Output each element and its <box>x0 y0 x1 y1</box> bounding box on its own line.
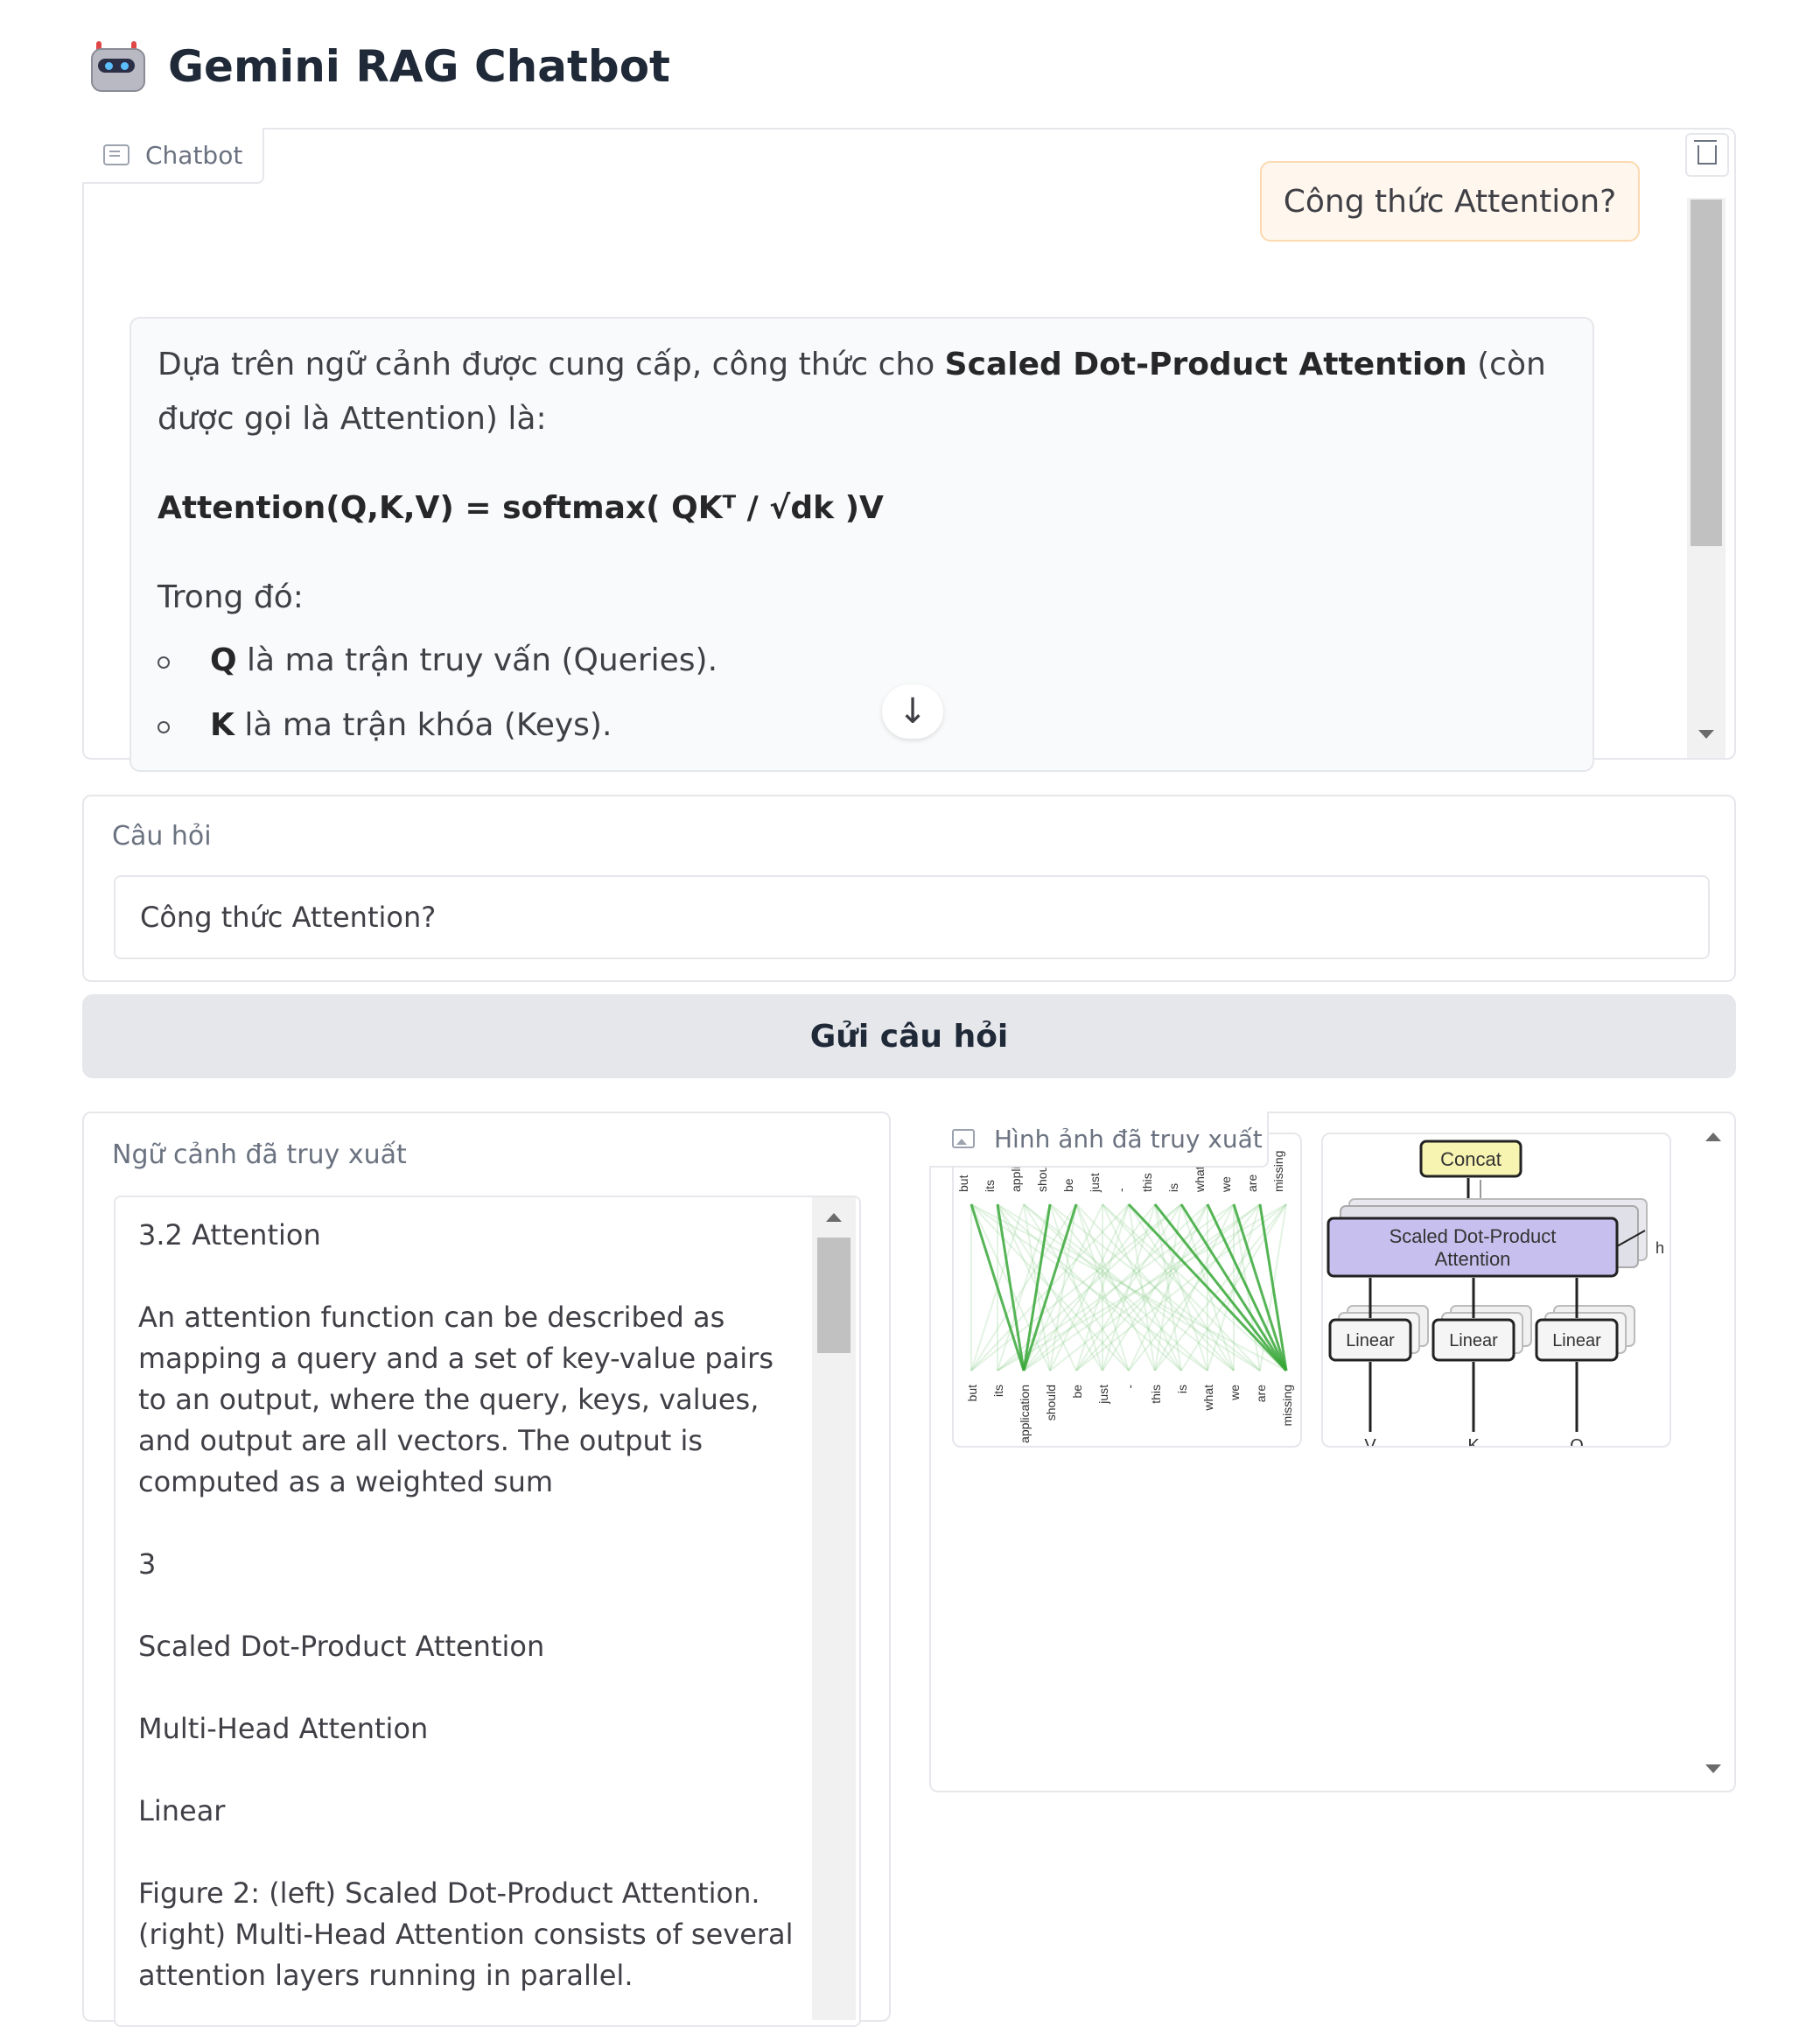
attention-bottom-word: just <box>1096 1385 1110 1405</box>
question-label: Câu hỏi <box>112 821 212 852</box>
clear-chat-button[interactable] <box>1685 133 1729 177</box>
attention-line <box>1022 1203 1078 1371</box>
bullet-term: K <box>210 707 234 743</box>
chat-icon <box>103 144 130 165</box>
context-label: Ngữ cảnh đã truy xuất <box>112 1140 407 1170</box>
attention-bottom-word: missing <box>1280 1385 1294 1426</box>
concat-label: Concat <box>1440 1148 1502 1170</box>
context-scrollbar-thumb[interactable] <box>817 1238 850 1353</box>
bot-intro-bold: Scaled Dot-Product Attention <box>944 347 1467 382</box>
send-question-button[interactable]: Gửi câu hỏi <box>82 994 1736 1078</box>
bot-bullet-item: Q là ma trận truy vấn (Queries). <box>158 634 1566 688</box>
attention-line <box>1232 1203 1288 1371</box>
bot-intro: Dựa trên ngữ cảnh được cung cấp, công th… <box>158 338 1566 446</box>
attention-bottom-word: be <box>1070 1385 1084 1399</box>
gallery-tab-label: Hình ảnh đã truy xuất <box>994 1124 1263 1154</box>
linear-label: Linear <box>1552 1331 1601 1350</box>
question-input[interactable] <box>114 875 1710 959</box>
attention-bottom-word: we <box>1228 1385 1242 1401</box>
attention-bottom-word: this <box>1149 1385 1163 1404</box>
bot-message: Dựa trên ngữ cảnh được cung cấp, công th… <box>130 317 1594 772</box>
context-scroll-up-arrow[interactable] <box>826 1213 842 1222</box>
chat-scroll-down-arrow[interactable] <box>1698 730 1714 739</box>
attention-top-word: we <box>1219 1176 1233 1193</box>
scroll-to-bottom-button[interactable]: ↓ <box>882 684 943 739</box>
app-title: Gemini RAG Chatbot <box>168 41 670 92</box>
input-label: Q <box>1570 1436 1584 1448</box>
attention-bottom-word: is <box>1175 1385 1189 1393</box>
context-text: 3.2 Attention An attention function can … <box>138 1218 794 1992</box>
attention-top-word: is <box>1166 1183 1180 1192</box>
robot-icon <box>88 41 145 92</box>
attention-bottom-word: should <box>1044 1385 1058 1420</box>
linear-label: Linear <box>1346 1331 1395 1350</box>
attention-bottom-word: are <box>1254 1385 1268 1402</box>
attention-bottom-word: - <box>1123 1385 1137 1389</box>
bot-formula: Attention(Q,K,V) = softmax( QKᵀ / √dk )V <box>158 490 884 526</box>
attention-visualization-image: butitsapplicationshouldbejust-thisiswhat… <box>956 1134 1294 1443</box>
sdpa-label-line1: Scaled Dot-Product <box>1390 1225 1557 1247</box>
attention-top-word: just <box>1088 1173 1102 1193</box>
gallery-thumbnail[interactable]: Concat Scaled Dot-Product Attention h Li… <box>1321 1133 1671 1448</box>
bot-intro-pre: Dựa trên ngữ cảnh được cung cấp, công th… <box>158 347 945 382</box>
sdpa-label-line2: Attention <box>1435 1248 1511 1270</box>
app-header: Gemini RAG Chatbot <box>88 39 670 95</box>
attention-top-word: are <box>1245 1175 1259 1192</box>
bot-bullet-list: Q là ma trận truy vấn (Queries). K là ma… <box>158 634 1566 753</box>
multi-head-attention-diagram: Concat Scaled Dot-Product Attention h Li… <box>1326 1140 1664 1448</box>
input-label: V <box>1364 1436 1376 1448</box>
attention-line <box>1075 1203 1182 1371</box>
h-label: h <box>1656 1239 1664 1257</box>
trash-icon <box>1694 140 1717 165</box>
bullet-text: là ma trận truy vấn (Queries). <box>236 642 718 678</box>
chat-scrollbar-thumb[interactable] <box>1690 200 1722 546</box>
attention-bottom-word: but <box>965 1385 979 1402</box>
chatbot-tab: Chatbot <box>82 128 264 184</box>
input-label: K <box>1467 1436 1480 1448</box>
bullet-term: Q <box>210 642 237 678</box>
attention-line <box>1075 1203 1287 1371</box>
attention-bottom-word: its <box>991 1385 1005 1397</box>
attention-bottom-word: application <box>1018 1385 1032 1443</box>
gallery-scroll-up-arrow[interactable] <box>1705 1133 1721 1141</box>
attention-top-word: this <box>1140 1173 1154 1192</box>
bot-where: Trong đó: <box>158 579 304 615</box>
attention-bottom-word: what <box>1201 1385 1215 1412</box>
gallery-thumbnail[interactable]: butitsapplicationshouldbejust-thisiswhat… <box>952 1133 1302 1448</box>
user-message: Công thức Attention? <box>1260 161 1640 242</box>
attention-top-word: missing <box>1271 1151 1285 1192</box>
attention-top-word: its <box>983 1180 997 1192</box>
arrow-down-icon: ↓ <box>898 691 928 732</box>
chatbot-tab-label: Chatbot <box>145 140 243 170</box>
user-message-text: Công thức Attention? <box>1283 183 1617 220</box>
linear-label: Linear <box>1449 1331 1498 1350</box>
bot-bullet-item: K là ma trận khóa (Keys). <box>158 698 1566 753</box>
image-icon <box>952 1129 975 1148</box>
gallery-scroll-down-arrow[interactable] <box>1705 1764 1721 1773</box>
attention-top-word: what <box>1193 1166 1207 1193</box>
bullet-text: là ma trận khóa (Keys). <box>234 707 612 743</box>
attention-top-word: but <box>956 1175 970 1192</box>
gallery-tab: Hình ảnh đã truy xuất <box>929 1112 1269 1168</box>
gallery-scrollbar[interactable] <box>1694 1115 1732 1789</box>
attention-top-word: be <box>1061 1178 1075 1192</box>
attention-top-word: - <box>1114 1188 1128 1192</box>
